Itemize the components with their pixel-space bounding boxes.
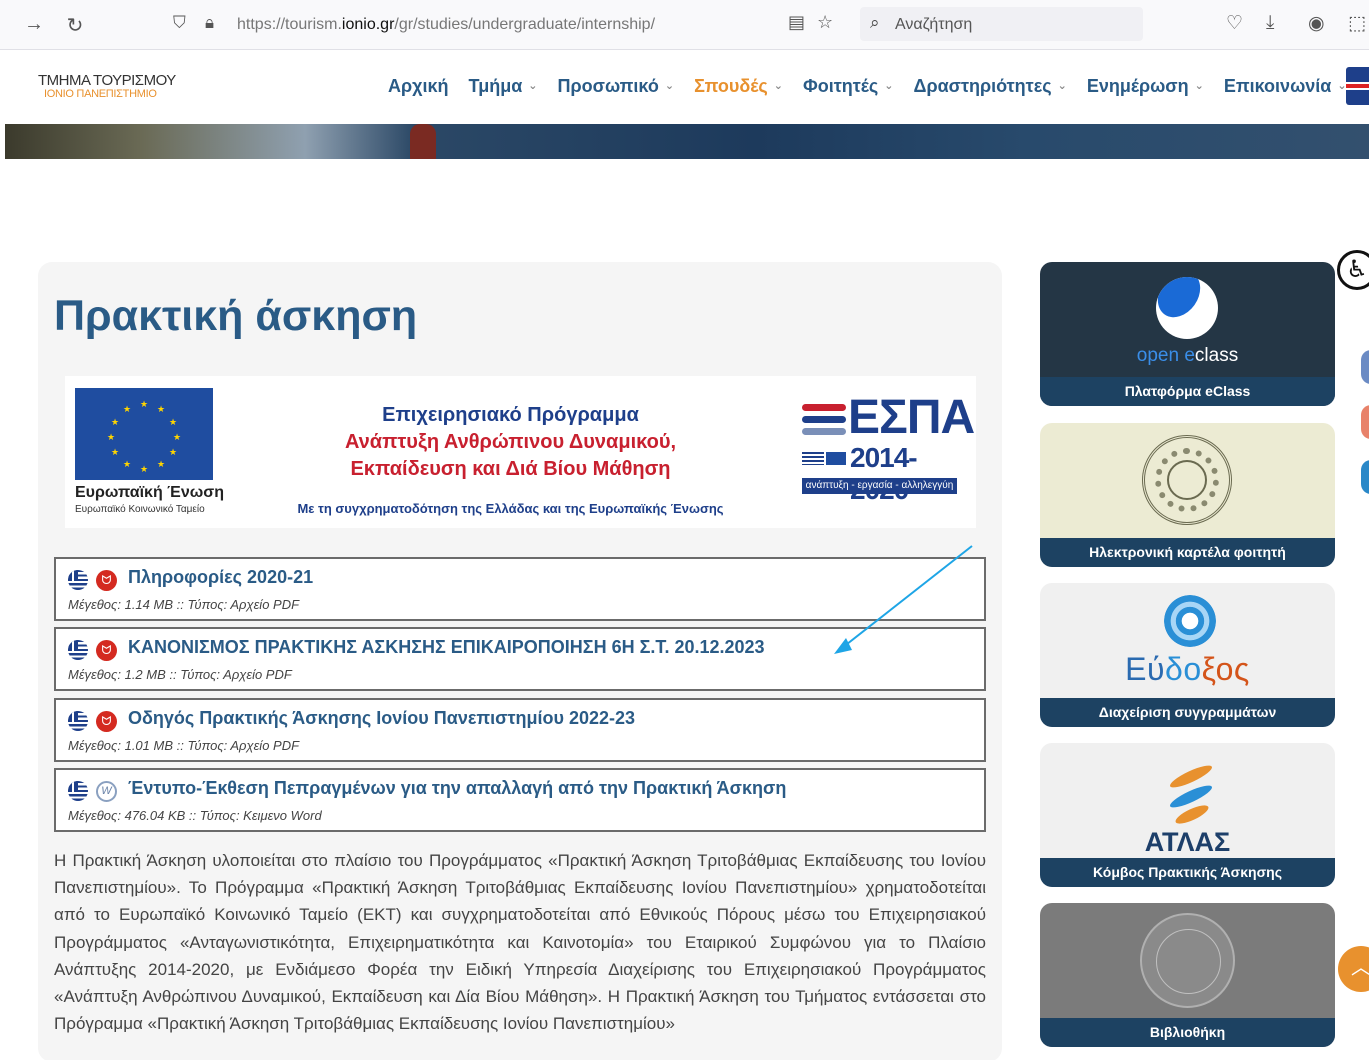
greek-flag-icon [68,570,88,590]
nav-home[interactable]: Αρχική [388,76,449,97]
eu-mini-flag-icon [826,452,846,465]
file-link[interactable]: Έντυπο-Έκθεση Πεπραγμένων για την απαλλα… [128,778,786,799]
sidebar-card-label[interactable]: Πλατφόρμα eClass [1040,377,1335,406]
espa-banner: ★ ★ ★ ★ ★ ★ ★ ★ ★ ★ ★ ★ Ευρωπαϊκή Ένωση … [65,376,976,528]
nav-department[interactable]: Τμήμα ⌄ [469,76,538,97]
accessibility-icon[interactable]: ♿︎ [1337,250,1369,290]
lock-icon[interactable]: 🔒︎ [205,13,214,33]
search-icon: ⌕ [870,13,880,32]
chevron-down-icon: ⌄ [884,80,894,92]
file-link[interactable]: ΚΑΝΟΝΙΣΜΟΣ ΠΡΑΚΤΙΚΗΣ ΑΣΚΗΣΗΣ ΕΠΙΚΑΙΡΟΠΟΙ… [128,637,765,658]
english-language-flag-icon[interactable] [1346,67,1369,105]
extensions-icon[interactable]: ⬚ [1348,12,1366,35]
sidebar-card-student[interactable]: Ηλεκτρονική καρτέλα φοιτητή [1040,423,1335,567]
share-twitter-icon[interactable] [1361,460,1369,494]
greek-flag-icon [802,452,824,465]
banner-tower [410,124,436,159]
url-text[interactable]: https://tourism.ionio.gr/gr/studies/unde… [237,16,655,34]
pocket-icon[interactable]: ♡ [1226,12,1243,35]
nav-studies[interactable]: Σπουδές ⌄ [694,76,783,97]
chevron-down-icon: ⌄ [1057,80,1067,92]
share-facebook-icon[interactable] [1361,350,1369,384]
espa-tagline: ανάπτυξη - εργασία - αλληλεγγύη [802,478,957,494]
espa-swoosh-red [802,404,846,411]
chevron-down-icon: ⌄ [1194,80,1204,92]
chevron-down-icon: ⌄ [528,80,538,92]
sidebar-card-eclass[interactable]: open eclass Πλατφόρμα eClass [1040,262,1335,406]
bookmark-star-icon[interactable]: ☆ [817,12,833,33]
file-link[interactable]: Πληροφορίες 2020-21 [128,567,313,588]
page-title: Πρακτική άσκηση [54,292,418,340]
university-seal-icon [1142,435,1232,525]
atlas-logo-word: ΑΤΛΑΣ [1144,827,1231,857]
internship-description: Η Πρακτική Άσκηση υλοποιείται στο πλαίσι… [54,851,986,1034]
search-input[interactable]: ⌕ Αναζήτηση [860,7,1143,41]
eudoxus-logo-word: Εύδοξος [1125,651,1250,687]
greek-flag-icon [68,711,88,731]
espa-logo-word: ΕΣΠΑ [848,391,975,444]
download-icon[interactable]: ⤓ [1266,12,1274,34]
espa-swoosh-light [802,428,846,435]
sidebar-card-eudoxus[interactable]: Εύδοξος Διαχείριση συγγραμμάτων [1040,583,1335,727]
sidebar-card-label[interactable]: Βιβλιοθήκη [1040,1018,1335,1047]
cofunding-note: Με τη συγχρηματοδότηση της Ελλάδας και τ… [297,501,724,516]
file-meta: Μέγεθος: 1.01 MB :: Τύπος: Αρχείο PDF [68,738,300,753]
share-email-icon[interactable] [1361,405,1369,439]
pdf-icon: ᗢ [96,711,117,732]
pdf-icon: ᗢ [96,640,117,661]
file-meta: Μέγεθος: 476.04 KB :: Τύπος: Κειμενο Wor… [68,808,322,823]
sidebar-card-atlas[interactable]: ΑΤΛΑΣ Κόμβος Πρακτικής Άσκησης [1040,743,1335,887]
nav-activities[interactable]: Δραστηριότητες ⌄ [914,76,1067,97]
sidebar-card-library[interactable]: Βιβλιοθήκη [1040,903,1335,1047]
header-banner-image [5,124,1369,159]
account-icon[interactable]: ◉ [1308,12,1325,35]
file-meta: Μέγεθος: 1.14 MB :: Τύπος: Αρχείο PDF [68,597,300,612]
eu-name: Ευρωπαϊκή Ένωση [75,484,224,501]
eudoxus-logo-icon [1164,595,1216,647]
reader-view-icon[interactable]: ▤ [788,12,805,33]
reload-icon[interactable]: ↻ [63,13,87,38]
browser-toolbar: → ↻ ⛉ 🔒︎ https://tourism.ionio.gr/gr/stu… [0,0,1369,50]
sidebar-card-label[interactable]: Κόμβος Πρακτικής Άσκησης [1040,858,1335,887]
eclass-logo-icon [1156,277,1218,339]
nav-news[interactable]: Ενημέρωση ⌄ [1087,76,1204,97]
main-nav: Αρχική Τμήμα ⌄ Προσωπικό ⌄ Σπουδές ⌄ Φοιτητ… [388,76,1367,97]
file-item[interactable]: ᗢ Οδηγός Πρακτικής Άσκησης Ιονίου Πανεπι… [54,698,986,762]
espa-swoosh-blue [802,416,846,423]
chevron-down-icon: ⌄ [664,80,675,92]
department-logo[interactable]: ΤΜΗΜΑ ΤΟΥΡΙΣΜΟΥ [38,72,176,89]
chevron-down-icon: ⌄ [773,80,783,92]
greek-flag-icon [68,640,88,660]
sidebar-card-label[interactable]: Ηλεκτρονική καρτέλα φοιτητή [1040,538,1335,567]
eclass-logo-word: open eclass [1136,345,1239,366]
shield-icon: ⛉ [173,13,186,32]
annotation-arrow [834,545,973,654]
address-bar[interactable]: ⛉ 🔒︎ https://tourism.ionio.gr/gr/studies… [165,7,845,41]
pdf-icon: ᗢ [96,570,117,591]
library-seal-icon [1140,913,1235,1008]
forward-icon[interactable]: → [22,13,46,36]
nav-students[interactable]: Φοιτητές ⌄ [803,76,894,97]
nav-contact[interactable]: Επικοινωνία ⌄ [1224,76,1347,97]
university-logo-subtitle[interactable]: ΙΟΝΙΟ ΠΑΝΕΠΙΣΤΗΜΙΟ [44,88,157,100]
scroll-to-top-icon[interactable]: ︿ [1338,946,1369,992]
site-header: ΤΜΗΜΑ ΤΟΥΡΙΣΜΟΥ ΙΟΝΙΟ ΠΑΝΕΠΙΣΤΗΜΙΟ Αρχικ… [0,50,1369,124]
espa-logo: ΕΣΠΑ 2014-2020 ανάπτυξη - εργασία - αλλη… [802,386,975,505]
espa-logo-years: 2014-2020 [850,442,918,505]
nav-staff[interactable]: Προσωπικό ⌄ [558,76,675,97]
file-item[interactable]: W Έντυπο-Έκθεση Πεπραγμένων για την απαλ… [54,768,986,832]
word-document-icon: W [96,781,117,802]
greek-flag-icon [68,781,88,801]
search-placeholder: Αναζήτηση [895,16,973,33]
file-link[interactable]: Οδηγός Πρακτικής Άσκησης Ιονίου Πανεπιστ… [128,708,635,729]
file-meta: Μέγεθος: 1.2 MB :: Τύπος: Αρχείο PDF [68,667,292,682]
sidebar-card-label[interactable]: Διαχείριση συγγραμμάτων [1040,698,1335,727]
